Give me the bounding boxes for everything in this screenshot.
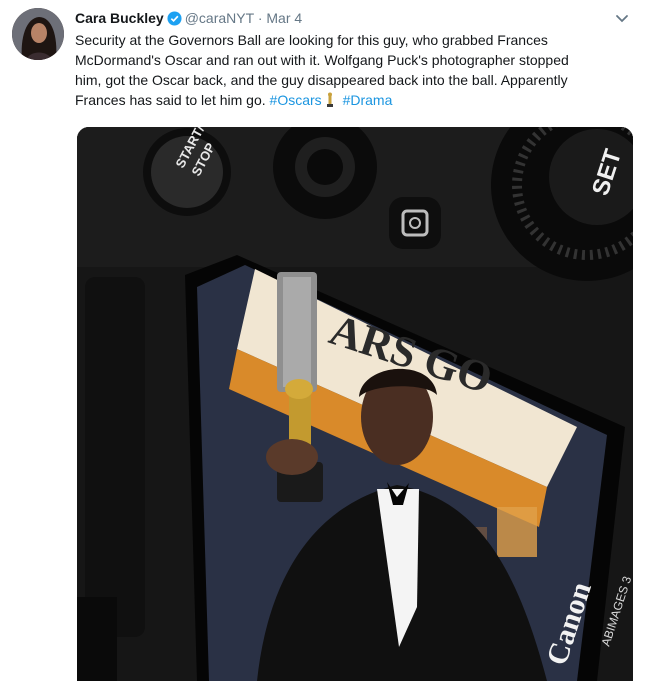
trophy-icon [325,92,335,113]
tweet-photo[interactable]: START/ STOP SET ARS GO Canon ABIMAGES 3 [77,127,633,681]
chevron-down-icon[interactable] [612,10,632,28]
meta-separator: · [257,10,263,26]
tweet-text-line: him, got the Oscar back, and the guy dis… [75,72,568,88]
author-avatar[interactable] [12,8,64,60]
tweet-text-line: Security at the Governors Ball are looki… [75,32,548,48]
tweet-text-line: McDormand's Oscar and ran out with it. W… [75,52,569,68]
tweet: Cara Buckley @caraNYT · Mar 4 Security at… [0,0,650,681]
author-name[interactable]: Cara Buckley [75,10,164,26]
tweet-text-last-line: Frances has said to let him go. #Oscars … [75,90,635,113]
author-handle[interactable]: @caraNYT [185,10,254,26]
camera-small-button [389,197,441,249]
tweet-text-line: Frances has said to let him go. [75,92,266,108]
hashtag-drama[interactable]: #Drama [343,92,393,108]
verified-badge-icon [167,11,182,31]
tweet-text: Security at the Governors Ball are looki… [75,30,635,113]
tweet-header: Cara Buckley @caraNYT · Mar 4 [75,8,302,28]
tweet-date[interactable]: Mar 4 [266,10,302,26]
hashtag-oscars[interactable]: #Oscars [270,92,322,108]
